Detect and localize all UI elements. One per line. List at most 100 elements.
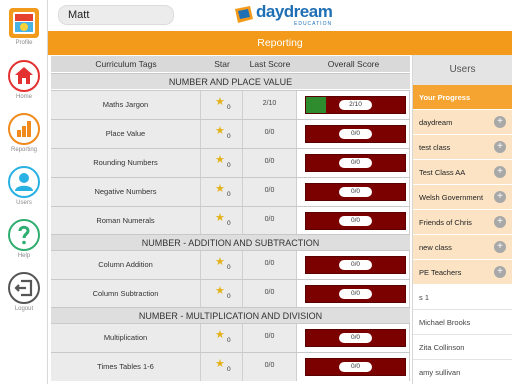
overall-score-cell: 0/0 (297, 251, 410, 279)
nav-label-reporting: Reporting (10, 147, 37, 153)
column-header-last-score: Last Score (243, 56, 297, 72)
users-item-label: amy sullivan (419, 368, 461, 377)
score-pill: 0/0 (339, 216, 372, 226)
curriculum-tag: Column Addition (51, 251, 201, 279)
table-row[interactable]: Multiplication ★ 0 0/0 0/0 (51, 323, 410, 352)
star-icon: ★ (215, 256, 225, 268)
nav-help[interactable]: Help (0, 219, 48, 259)
star-icon: ★ (215, 329, 225, 341)
nav-logout[interactable]: Logout (0, 272, 48, 312)
table-row[interactable]: Roman Numerals ★ 0 0/0 0/0 (51, 206, 410, 235)
daydream-logo: daydream EDUCATION (232, 2, 352, 28)
users-group-item[interactable]: PE Teachers + (413, 260, 512, 285)
table-row[interactable]: Column Addition ★ 0 0/0 0/0 (51, 250, 410, 279)
users-group-item[interactable]: Welsh Government + (413, 185, 512, 210)
nav-label-profile: Profile (15, 40, 33, 46)
plus-icon[interactable]: + (494, 116, 506, 128)
score-pill: 0/0 (339, 158, 372, 168)
nav-home[interactable]: Home (0, 60, 48, 100)
star-count: 0 (227, 220, 231, 227)
curriculum-tag: Rounding Numbers (51, 149, 201, 177)
table-row[interactable]: Negative Numbers ★ 0 0/0 0/0 (51, 177, 410, 206)
users-person-item[interactable]: Zita Collinson (413, 335, 512, 360)
bar-chart-icon (8, 113, 40, 145)
plus-icon[interactable]: + (494, 241, 506, 253)
users-item-label: Zita Collinson (419, 343, 465, 352)
score-bar: 0/0 (305, 285, 406, 303)
profile-avatar (9, 8, 39, 38)
overall-score-cell: 0/0 (297, 178, 410, 206)
nav-profile[interactable]: Profile (0, 8, 48, 46)
curriculum-tag: Multiplication (51, 324, 201, 352)
star-cell: ★ 0 (201, 91, 243, 119)
users-item-label: test class (419, 143, 451, 152)
app-window: Profile Home Reporting Users Help Logout… (0, 0, 512, 384)
last-score: 0/0 (243, 120, 297, 148)
overall-score-cell: 0/0 (297, 280, 410, 308)
nav-users[interactable]: Users (0, 166, 48, 206)
users-person-item[interactable]: amy sullivan (413, 360, 512, 384)
users-group-item[interactable]: Test Class AA + (413, 160, 512, 185)
star-cell: ★ 0 (201, 324, 243, 352)
star-icon: ★ (215, 96, 225, 108)
logo-icon (235, 6, 253, 23)
score-pill: 2/10 (339, 100, 372, 110)
table-row[interactable]: Rounding Numbers ★ 0 0/0 0/0 (51, 148, 410, 177)
users-person-item[interactable]: s 1 (413, 285, 512, 310)
user-icon (8, 166, 40, 198)
users-item-your-progress[interactable]: Your Progress (413, 85, 512, 110)
users-group-item[interactable]: test class + (413, 135, 512, 160)
column-header-star: Star (201, 56, 243, 72)
score-bar: 0/0 (305, 125, 406, 143)
logout-icon (8, 272, 40, 304)
last-score: 0/0 (243, 207, 297, 235)
star-count: 0 (227, 264, 231, 271)
users-item-label: daydream (419, 118, 453, 127)
curriculum-tag: Times Tables 1-6 (51, 353, 201, 381)
plus-icon[interactable]: + (494, 166, 506, 178)
section-header: NUMBER - MULTIPLICATION AND DIVISION (51, 307, 410, 323)
star-icon: ★ (215, 125, 225, 137)
left-nav: Profile Home Reporting Users Help Logout (0, 0, 48, 384)
column-header-tags: Curriculum Tags (51, 56, 201, 72)
users-item-label: Welsh Government (419, 193, 484, 202)
plus-icon[interactable]: + (494, 191, 506, 203)
users-item-label: Friends of Chris (419, 218, 472, 227)
users-group-item[interactable]: new class + (413, 235, 512, 260)
table-row[interactable]: Column Subtraction ★ 0 0/0 0/0 (51, 279, 410, 308)
plus-icon[interactable]: + (494, 266, 506, 278)
score-pill: 0/0 (339, 333, 372, 343)
users-item-label: s 1 (419, 293, 430, 302)
last-score: 0/0 (243, 324, 297, 352)
users-item-label: Michael Brooks (419, 318, 471, 327)
plus-icon[interactable]: + (494, 141, 506, 153)
overall-score-cell: 2/10 (297, 91, 410, 119)
star-count: 0 (227, 337, 231, 344)
users-item-label: PE Teachers (419, 268, 462, 277)
star-cell: ★ 0 (201, 280, 243, 308)
overall-score-cell: 0/0 (297, 353, 410, 381)
star-cell: ★ 0 (201, 120, 243, 148)
table-row[interactable]: Maths Jargon ★ 0 2/10 2/10 (51, 90, 410, 119)
star-cell: ★ 0 (201, 207, 243, 235)
users-group-item[interactable]: daydream + (413, 110, 512, 135)
users-person-item[interactable]: Michael Brooks (413, 310, 512, 335)
star-icon: ★ (215, 154, 225, 166)
column-header-overall-score: Overall Score (297, 56, 410, 72)
last-score: 0/0 (243, 280, 297, 308)
table-row[interactable]: Place Value ★ 0 0/0 0/0 (51, 119, 410, 148)
curriculum-tag: Maths Jargon (51, 91, 201, 119)
table-row[interactable]: Times Tables 1-6 ★ 0 0/0 0/0 (51, 352, 410, 381)
score-bar: 0/0 (305, 183, 406, 201)
nav-reporting[interactable]: Reporting (0, 113, 48, 153)
plus-icon[interactable]: + (494, 216, 506, 228)
users-group-item[interactable]: Friends of Chris + (413, 210, 512, 235)
users-item-label: Test Class AA (419, 168, 466, 177)
nav-label-users: Users (16, 200, 32, 206)
score-bar: 0/0 (305, 212, 406, 230)
overall-score-cell: 0/0 (297, 324, 410, 352)
logo-text: daydream (256, 2, 333, 21)
user-name-field[interactable]: Matt (58, 5, 174, 25)
score-bar: 0/0 (305, 154, 406, 172)
section-header: NUMBER AND PLACE VALUE (51, 73, 410, 89)
